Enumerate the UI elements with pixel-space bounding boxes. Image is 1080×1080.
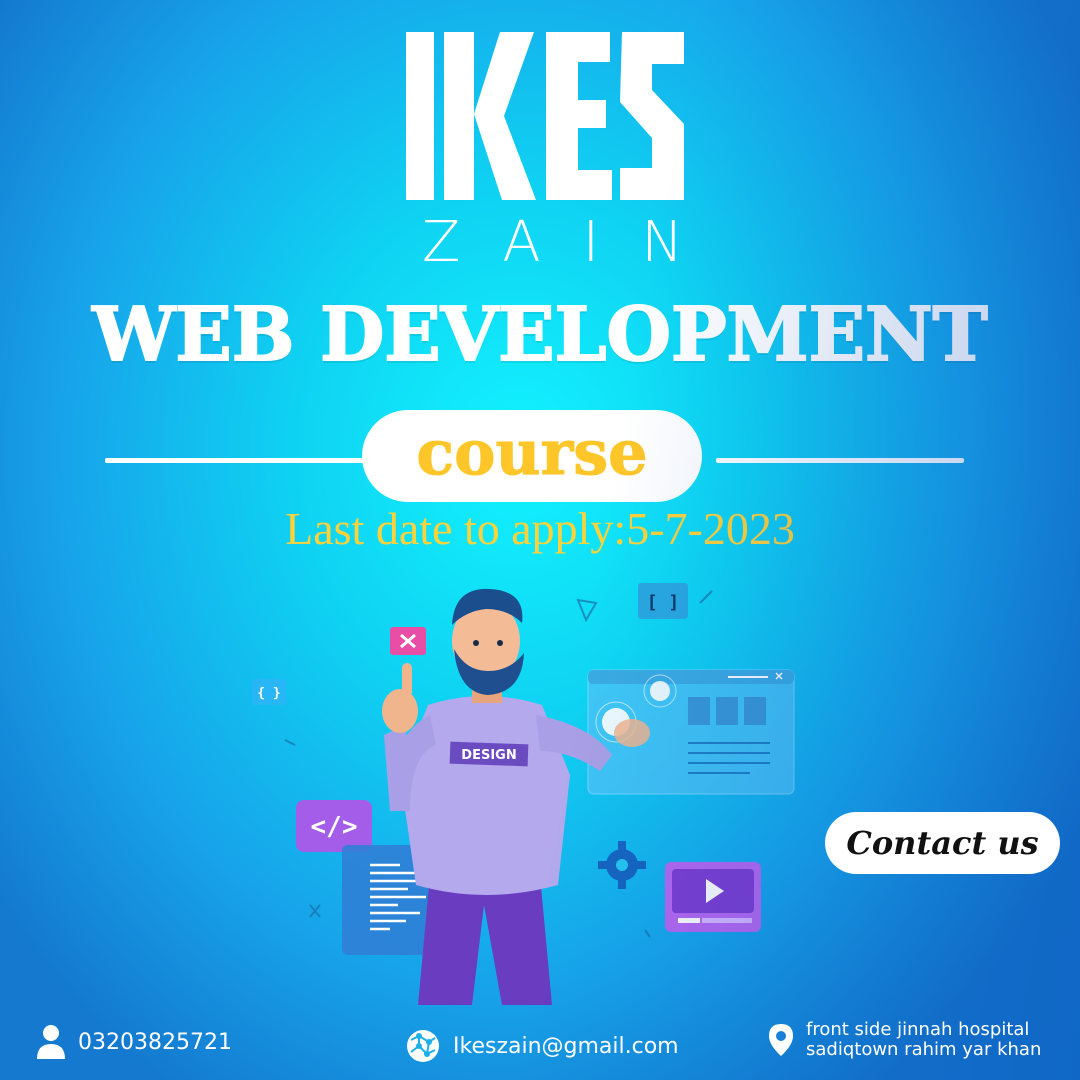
- contact-us-button[interactable]: Contact us: [825, 812, 1060, 874]
- ikes-logo: [406, 32, 684, 200]
- brackets-text: [ ]: [647, 592, 680, 613]
- deadline-text: Last date to apply:5-7-2023: [285, 503, 795, 554]
- phone-number: 03203825721: [78, 1029, 232, 1055]
- developer-illustration: { } [ ] </> DESIGN: [252, 583, 795, 1005]
- gear-icon: [598, 841, 646, 889]
- user-icon: [37, 1025, 65, 1059]
- globe-icon: [407, 1030, 439, 1062]
- footer-email[interactable]: Ikeszain@gmail.com: [405, 1028, 679, 1064]
- braces-tag: { }: [252, 679, 286, 705]
- course-pill: course: [362, 410, 702, 502]
- footer-address[interactable]: front side jinnah hospital sadiqtown rah…: [768, 1020, 1041, 1060]
- headline: WEB DEVELOPMENT: [91, 291, 988, 379]
- logo-subtitle: ZAIN: [422, 210, 726, 275]
- video-panel: [665, 862, 761, 932]
- course-label: course: [416, 415, 648, 489]
- poster: ZAIN WEB DEVELOPMENT course Last date to…: [0, 0, 1080, 1080]
- divider-left: [105, 458, 367, 463]
- braces-text: { }: [257, 686, 280, 701]
- divider-right: [716, 458, 964, 463]
- close-tag: [390, 627, 426, 655]
- code-tag: </>: [296, 800, 372, 852]
- brackets-tag: [ ]: [638, 583, 688, 619]
- footer-phone[interactable]: 03203825721: [36, 1024, 232, 1060]
- address-text: front side jinnah hospital sadiqtown rah…: [806, 1020, 1041, 1060]
- location-pin-icon: [769, 1024, 793, 1056]
- shirt-label: DESIGN: [461, 748, 516, 763]
- address-line1: front side jinnah hospital: [806, 1019, 1030, 1040]
- code-tag-text: </>: [311, 812, 358, 842]
- address-line2: sadiqtown rahim yar khan: [806, 1039, 1042, 1060]
- email-address: Ikeszain@gmail.com: [453, 1033, 679, 1059]
